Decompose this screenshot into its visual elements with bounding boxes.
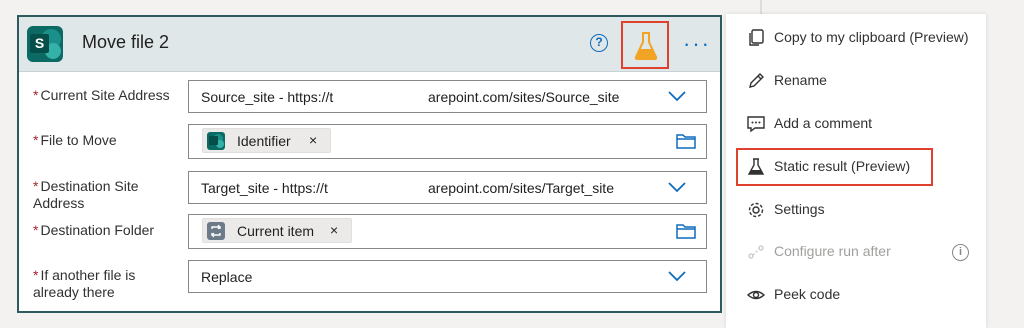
redacted-area — [339, 175, 428, 200]
menu-item-add-comment[interactable]: Add a comment — [726, 108, 986, 140]
field-label-text: Address — [33, 195, 85, 211]
menu-item-label: Copy to my clipboard (Preview) — [774, 29, 969, 45]
menu-item-label: Configure run after — [774, 243, 891, 259]
chevron-down-icon[interactable] — [668, 90, 686, 102]
static-result-button[interactable] — [621, 21, 669, 69]
identifier-token[interactable]: Identifier × — [202, 128, 331, 153]
file-to-move-field[interactable]: Identifier × — [188, 124, 707, 159]
chevron-down-icon[interactable] — [668, 181, 686, 193]
current-site-address-label: * Current Site Address — [33, 87, 170, 104]
destination-folder-label: * Destination Folder — [33, 222, 154, 239]
conflict-behavior-dropdown[interactable]: Replace — [188, 260, 707, 293]
sharepoint-logo-letter: S — [30, 34, 49, 53]
background-divider — [760, 0, 762, 14]
menu-item-peek-code[interactable]: Peek code — [726, 279, 986, 311]
field-label-text: File to Move — [40, 132, 117, 148]
field-label-text: Destination Folder — [40, 222, 155, 238]
field-value: Replace — [201, 269, 253, 285]
static-result-highlight — [736, 148, 933, 186]
more-options-button[interactable]: ··· — [683, 31, 711, 57]
current-site-address-dropdown[interactable]: Source_site - https://t arepoint.com/sit… — [188, 80, 707, 113]
copy-icon — [749, 29, 764, 46]
menu-item-label: Rename — [774, 72, 827, 88]
card-title[interactable]: Move file 2 — [82, 32, 169, 53]
gear-icon — [748, 202, 764, 218]
destination-site-address-label: * Destination Site Address — [33, 178, 139, 212]
required-mark: * — [33, 87, 39, 103]
menu-item-label: Settings — [774, 201, 825, 217]
required-mark: * — [33, 222, 39, 238]
conflict-behavior-label: * If another file is already there — [33, 267, 135, 301]
menu-item-label: Add a comment — [774, 115, 873, 131]
field-value-start: Source_site - https://t — [201, 89, 334, 105]
action-card: S Move file 2 ? ··· * Current Site Addres… — [17, 15, 722, 313]
field-value-end: arepoint.com/sites/Target_site — [428, 180, 614, 196]
folder-icon[interactable] — [676, 223, 696, 239]
sharepoint-logo: S — [27, 26, 63, 62]
run-after-icon — [748, 245, 764, 259]
menu-item-copy-to-clipboard[interactable]: Copy to my clipboard (Preview) — [726, 22, 986, 54]
menu-item-configure-run-after: Configure run after — [726, 236, 986, 268]
redacted-area — [339, 84, 428, 109]
menu-item-rename[interactable]: Rename — [726, 65, 986, 97]
menu-item-settings[interactable]: Settings — [726, 194, 986, 226]
required-mark: * — [33, 132, 39, 148]
pencil-icon — [749, 73, 764, 88]
chevron-down-icon[interactable] — [668, 270, 686, 282]
menu-item-label: Peek code — [774, 286, 841, 302]
folder-icon[interactable] — [676, 133, 696, 149]
current-item-token[interactable]: Current item × — [202, 218, 352, 243]
info-icon[interactable]: i — [952, 244, 969, 261]
flask-icon — [634, 32, 658, 60]
eye-icon — [747, 290, 765, 300]
field-label-text: Current Site Address — [40, 87, 170, 103]
token-label: Current item — [237, 223, 315, 239]
field-label-text: If another file is — [40, 267, 136, 283]
comment-icon — [747, 116, 765, 133]
destination-site-address-dropdown[interactable]: Target_site - https://t arepoint.com/sit… — [188, 171, 707, 204]
destination-folder-field[interactable]: Current item × — [188, 214, 707, 249]
field-value-start: Target_site - https://t — [201, 180, 328, 196]
field-label-text: already there — [33, 284, 115, 300]
field-label-text: Destination Site — [40, 178, 139, 194]
card-header[interactable]: S Move file 2 ? ··· — [19, 17, 720, 72]
required-mark: * — [33, 178, 39, 194]
token-label: Identifier — [237, 133, 291, 149]
action-context-menu: Copy to my clipboard (Preview) Rename Ad… — [726, 14, 986, 328]
file-to-move-label: * File to Move — [33, 132, 117, 149]
field-value-end: arepoint.com/sites/Source_site — [428, 89, 620, 105]
remove-token-icon[interactable]: × — [309, 132, 317, 148]
remove-token-icon[interactable]: × — [330, 222, 338, 238]
required-mark: * — [33, 267, 39, 283]
loop-icon — [207, 222, 225, 240]
help-icon[interactable]: ? — [590, 34, 608, 52]
sharepoint-icon — [207, 132, 225, 150]
